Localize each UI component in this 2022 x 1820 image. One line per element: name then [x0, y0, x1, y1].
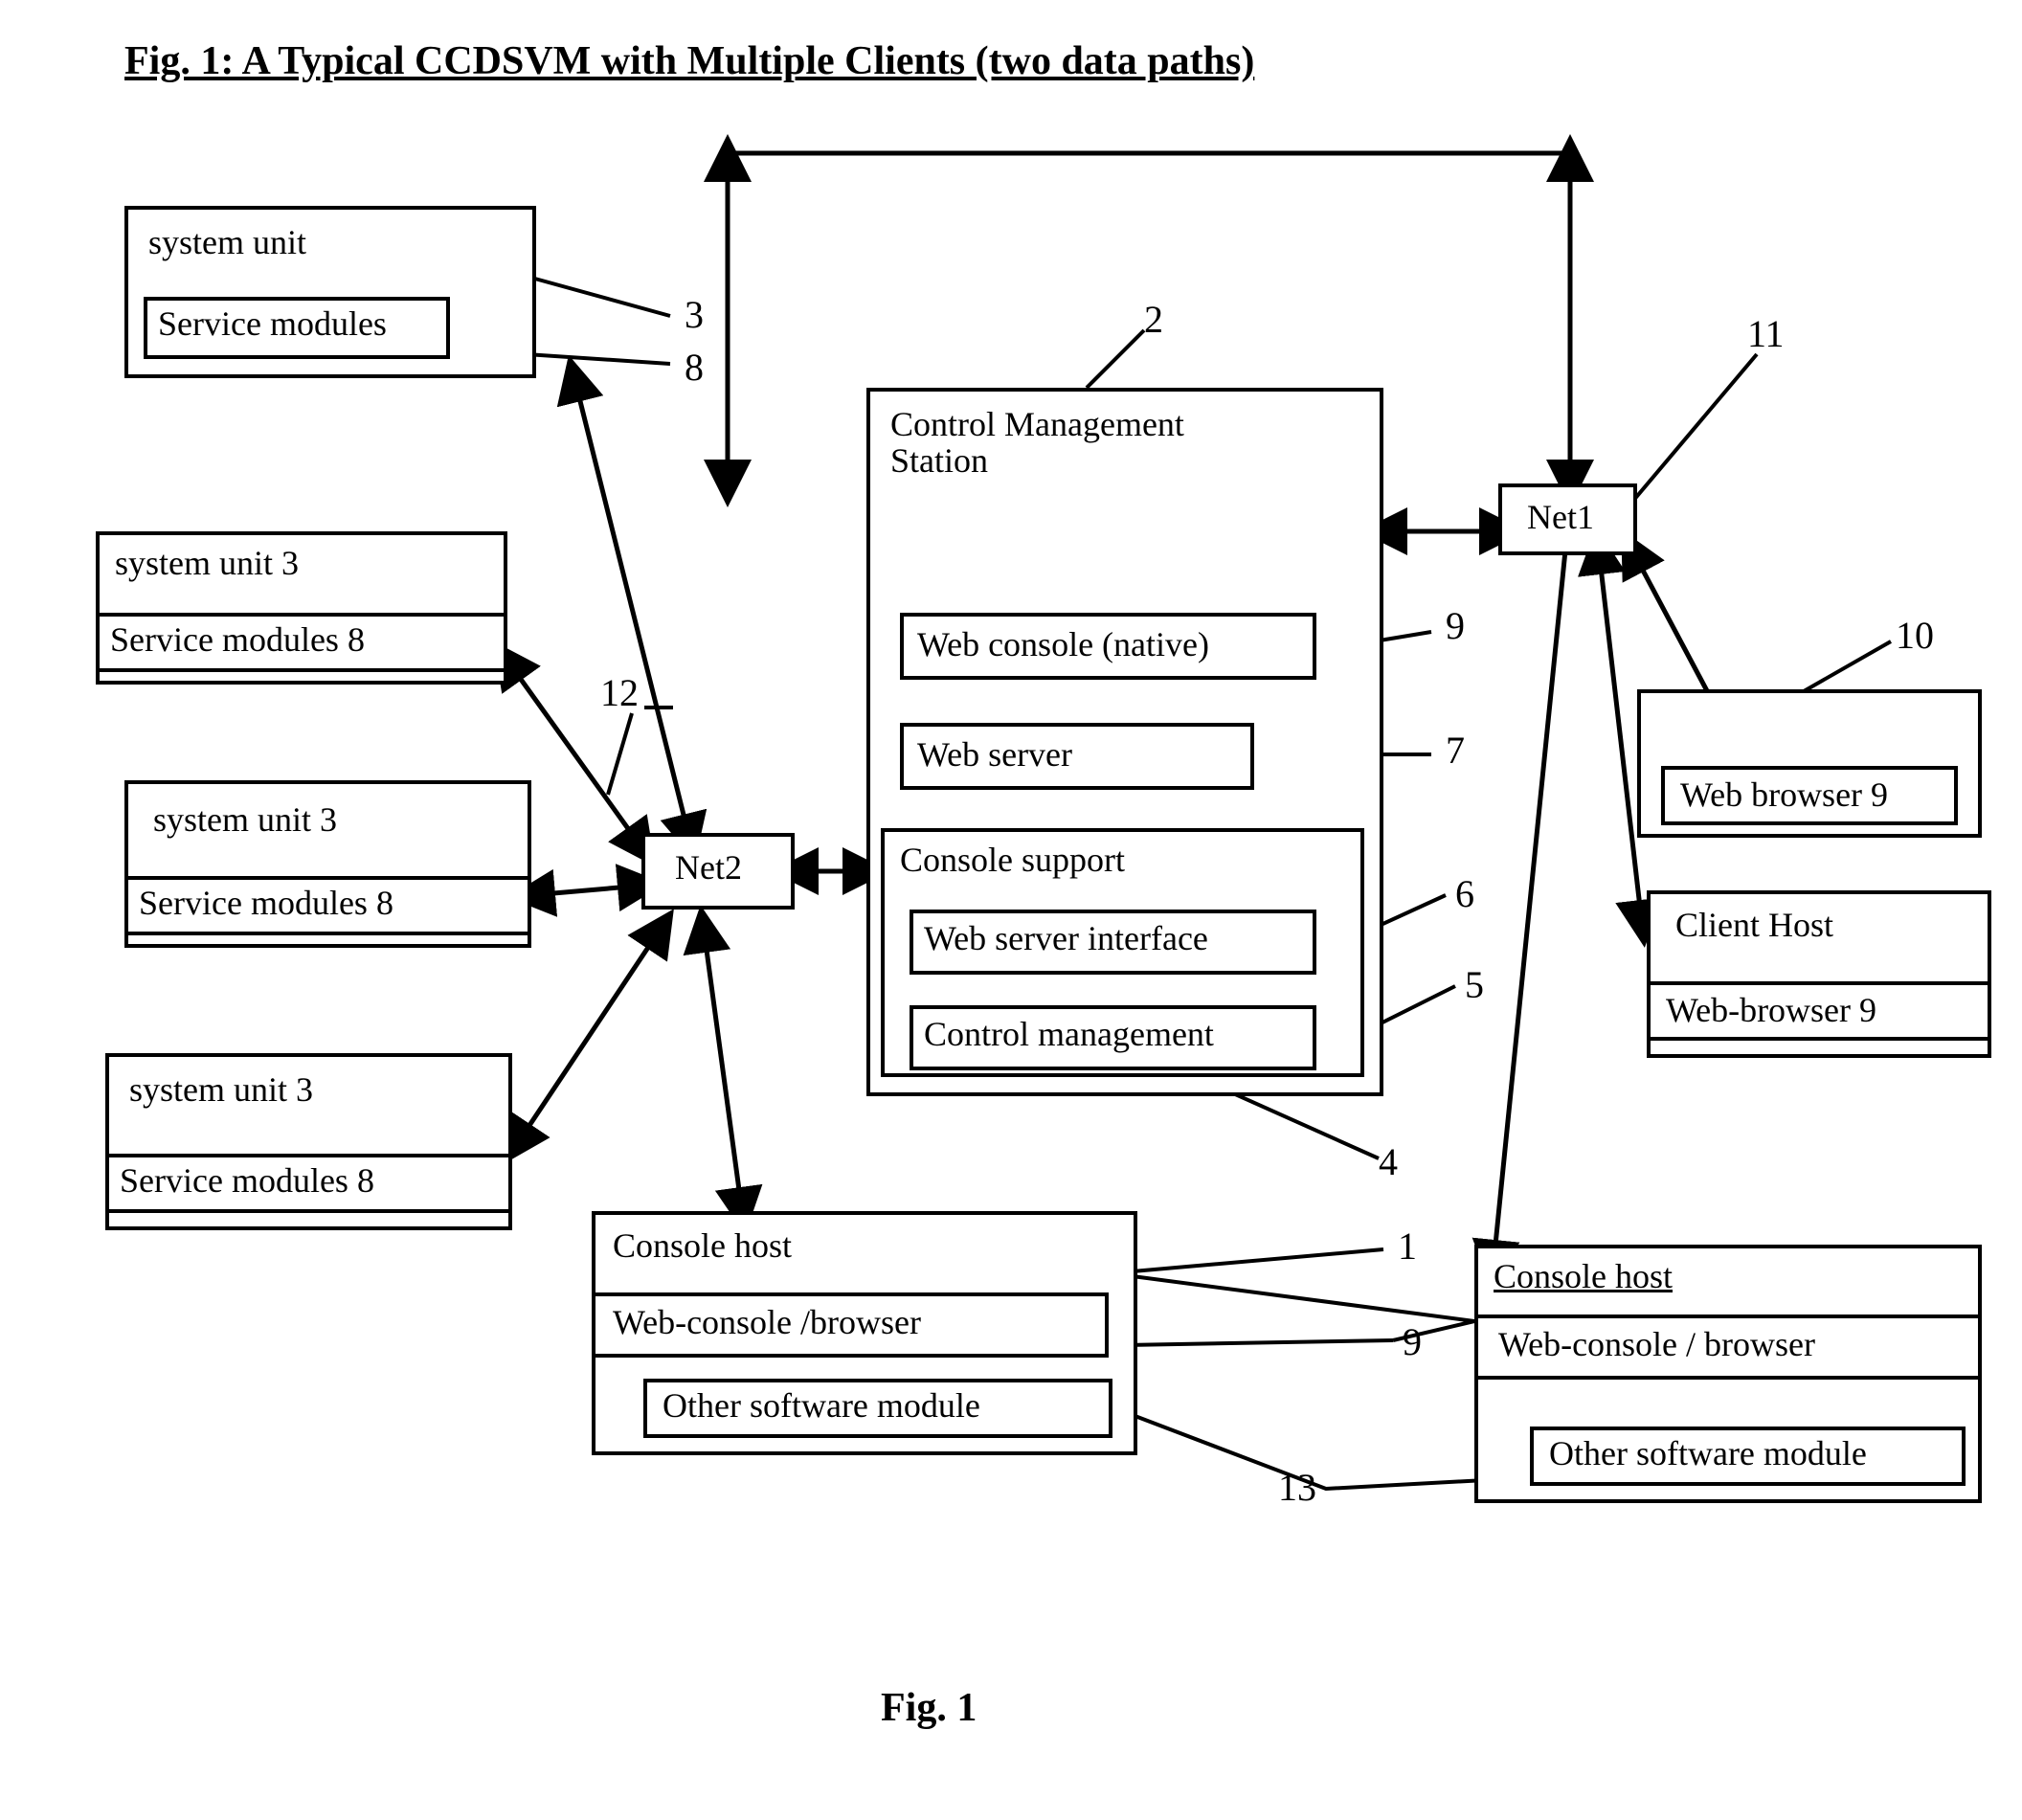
- system-unit-3-module-label: Service modules 8: [139, 886, 393, 922]
- cms-control-management-label: Control management: [924, 1017, 1214, 1053]
- console-host-right-title: Console host: [1494, 1259, 1673, 1295]
- net1-label: Net1: [1527, 500, 1594, 536]
- ref-11: 11: [1747, 311, 1785, 356]
- ref-4: 4: [1379, 1139, 1398, 1184]
- client-top-browser-label: Web browser 9: [1680, 777, 1888, 814]
- ref-12: 12: [600, 670, 639, 715]
- ref-3: 3: [685, 292, 704, 337]
- system-unit-1-module-label: Service modules: [158, 306, 387, 343]
- cms-web-server-interface-label: Web server interface: [924, 921, 1208, 957]
- figure-title: Fig. 1: A Typical CCDSVM with Multiple C…: [124, 38, 1254, 84]
- cms-web-console-label: Web console (native): [917, 627, 1209, 663]
- client-host-browser-label: Web-browser 9: [1666, 993, 1876, 1029]
- net2-label: Net2: [675, 850, 742, 887]
- ref-1: 1: [1398, 1224, 1417, 1269]
- ref-8: 8: [685, 345, 704, 390]
- ref-9b: 9: [1403, 1319, 1422, 1364]
- system-unit-2-title: system unit 3: [115, 546, 299, 582]
- figure-caption: Fig. 1: [881, 1685, 977, 1731]
- ref-10: 10: [1896, 613, 1934, 658]
- ref-7: 7: [1446, 728, 1465, 773]
- console-host-right-browser-label: Web-console / browser: [1498, 1327, 1815, 1363]
- system-unit-4-title: system unit 3: [129, 1072, 313, 1109]
- ref-9a: 9: [1446, 603, 1465, 648]
- system-unit-2-module-label: Service modules 8: [110, 622, 365, 659]
- console-host-left-other-label: Other software module: [663, 1388, 980, 1425]
- ref-2: 2: [1144, 297, 1163, 342]
- cms-console-support-label: Console support: [900, 843, 1125, 879]
- system-unit-4-module-label: Service modules 8: [120, 1163, 374, 1200]
- console-host-left-title: Console host: [613, 1228, 792, 1265]
- system-unit-1-title: system unit: [148, 225, 306, 261]
- cms-title: Control Management Station: [890, 407, 1350, 480]
- ref-6: 6: [1455, 871, 1474, 916]
- ref-12-underscore: [644, 668, 673, 713]
- client-host-title: Client Host: [1675, 908, 1833, 944]
- ref-13: 13: [1278, 1465, 1316, 1510]
- ref-5: 5: [1465, 962, 1484, 1007]
- console-host-right-other-label: Other software module: [1549, 1436, 1867, 1472]
- cms-web-server-label: Web server: [917, 737, 1072, 774]
- console-host-left-browser-label: Web-console /browser: [613, 1305, 921, 1341]
- system-unit-3-title: system unit 3: [153, 802, 337, 839]
